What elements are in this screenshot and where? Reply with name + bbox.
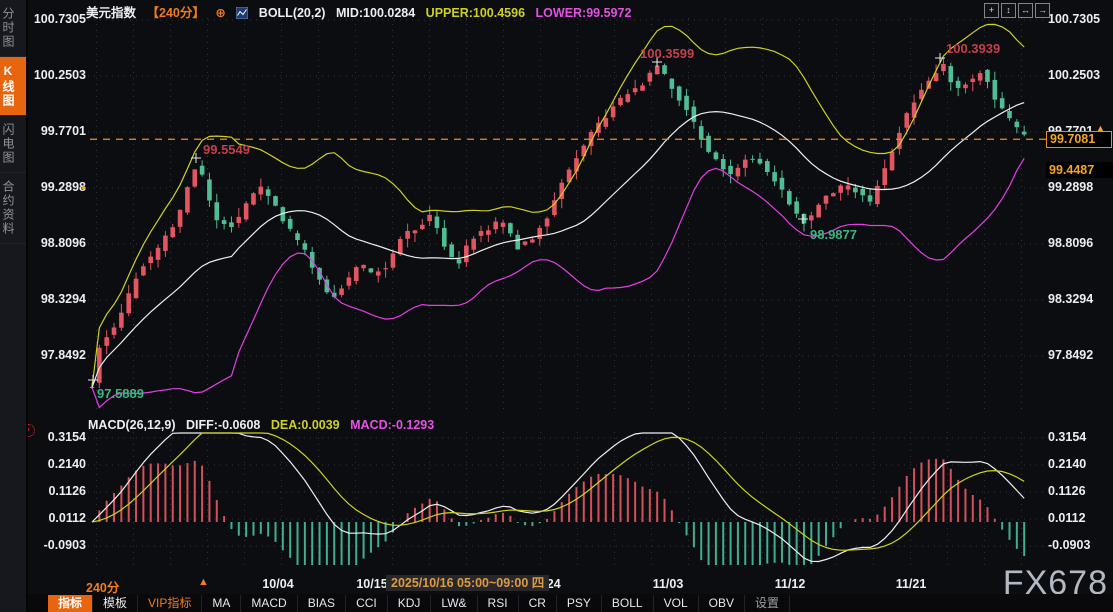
crosshair-icon[interactable]: +: [984, 3, 999, 18]
sidebar: 分时图K线图闪电图合约资料: [0, 0, 28, 612]
left-macd-axis-label: 0.0112: [24, 511, 86, 525]
vertical-scale-icon[interactable]: ↕: [1001, 3, 1016, 18]
macd-header: MACD(26,12,9) DIFF:-0.0608 DEA:0.0039 MA…: [88, 418, 441, 432]
x-axis-date-label: 11/03: [653, 577, 684, 591]
price-up-arrow-icon: ▲: [1096, 124, 1105, 133]
left-macd-axis-label: -0.0903: [24, 538, 86, 552]
toolbar-item-7[interactable]: KDJ: [388, 595, 432, 612]
sidebar-tab-0[interactable]: 分时图: [0, 0, 26, 57]
app-window: 分时图K线图闪电图合约资料 美元指数 【240分】 ⊕ BOLL(20,2) M…: [0, 0, 1113, 612]
toolbar-item-2[interactable]: VIP指标: [138, 595, 202, 612]
left-price-axis-label: 98.3294: [24, 292, 86, 306]
left-price-axis-label: 100.2503: [24, 68, 86, 82]
secondary-price-label: 99.4487: [1046, 162, 1113, 178]
macd-dea-value: DEA:0.0039: [271, 418, 340, 432]
left-macd-axis-label: 0.1126: [24, 484, 86, 498]
symbol-title: 美元指数: [86, 6, 136, 20]
left-price-axis-label: 99.2898: [24, 180, 86, 194]
main-chart-svg[interactable]: [0, 0, 1113, 612]
boll-upper-value: UPPER:100.4596: [426, 6, 525, 20]
toolbar-item-4[interactable]: MACD: [241, 595, 297, 612]
toolbar-item-9[interactable]: RSI: [478, 595, 519, 612]
boll-lower-value: LOWER:99.5972: [536, 6, 632, 20]
boll-mid-value: MID:100.0284: [336, 6, 415, 20]
sidebar-tab-3[interactable]: 合约资料: [0, 173, 26, 244]
sidebar-tab-1[interactable]: K线图: [0, 57, 26, 116]
right-price-axis-label: 100.2503: [1048, 68, 1112, 82]
price-extreme-annotation: 97.5889: [97, 386, 144, 401]
toolbar-item-5[interactable]: BIAS: [298, 595, 346, 612]
right-price-axis-label: 98.3294: [1048, 292, 1112, 306]
macd-macd-value: MACD:-0.1293: [350, 418, 434, 432]
chart-header: 美元指数 【240分】 ⊕ BOLL(20,2) MID:100.0284 UP…: [86, 2, 638, 17]
toolbar-item-13[interactable]: VOL: [654, 595, 699, 612]
left-price-axis-label: 98.8096: [24, 236, 86, 250]
price-extreme-annotation: 99.5549: [203, 142, 250, 157]
toolbar-item-10[interactable]: CR: [519, 595, 557, 612]
price-extreme-annotation: 100.3939: [946, 41, 1000, 56]
right-macd-axis-label: -0.0903: [1048, 538, 1112, 552]
right-price-axis-label: 97.8492: [1048, 348, 1112, 362]
left-price-axis-label: 100.7305: [24, 12, 86, 26]
right-macd-axis-label: 0.0112: [1048, 511, 1112, 525]
crosshair-date-tooltip: 2025/10/16 05:00~09:00 四: [386, 575, 549, 591]
toolbar-item-15[interactable]: 设置: [745, 595, 790, 612]
toolbar-item-3[interactable]: MA: [202, 595, 241, 612]
right-macd-axis-label: 0.1126: [1048, 484, 1112, 498]
interval-expand-icon[interactable]: ▲: [198, 576, 209, 588]
pan-right-icon[interactable]: →: [1035, 3, 1050, 18]
left-price-axis-label: 97.8492: [24, 348, 86, 362]
toolbar-item-0[interactable]: 指标: [48, 595, 93, 612]
toolbar-item-14[interactable]: OBV: [699, 595, 745, 612]
price-extreme-annotation: 100.3599: [640, 46, 694, 61]
x-axis-date-label: 10/04: [262, 577, 293, 591]
chart-type-icon[interactable]: [236, 7, 248, 22]
toolbar-item-6[interactable]: CCI: [346, 595, 388, 612]
left-price-axis-label: 99.7701: [24, 124, 86, 138]
macd-label: MACD(26,12,9): [88, 418, 176, 432]
indicator-toolbar: 指标模板VIP指标MAMACDBIASCCIKDJLW&RSICRPSYBOLL…: [28, 594, 1113, 612]
sidebar-tab-2[interactable]: 闪电图: [0, 116, 26, 173]
right-price-axis-label: 99.2898: [1048, 180, 1112, 194]
horizontal-scale-icon[interactable]: ↔: [1018, 3, 1033, 18]
interval-badge[interactable]: 【240分】: [147, 6, 205, 20]
right-macd-axis-label: 0.2140: [1048, 457, 1112, 471]
right-price-axis-label: 100.7305: [1048, 12, 1112, 26]
toolbar-item-11[interactable]: PSY: [557, 595, 602, 612]
right-price-axis-label: 98.8096: [1048, 236, 1112, 250]
toolbar-item-12[interactable]: BOLL: [602, 595, 654, 612]
x-axis-date-label: 10/15: [356, 577, 387, 591]
x-axis-date-label: 11/21: [896, 577, 927, 591]
right-macd-axis-label: 0.3154: [1048, 430, 1112, 444]
current-price-box: 99.7081: [1046, 131, 1112, 148]
left-axis-marker-icon: ▲: [80, 183, 87, 192]
toolbar-item-8[interactable]: LW&: [431, 595, 477, 612]
x-axis-date-label: 11/12: [775, 577, 806, 591]
price-extreme-annotation: 98.9877: [810, 227, 857, 242]
add-indicator-icon[interactable]: ⊕: [215, 6, 225, 20]
macd-diff-value: DIFF:-0.0608: [186, 418, 260, 432]
left-macd-axis-label: 0.2140: [24, 457, 86, 471]
boll-label: BOLL(20,2): [259, 6, 326, 20]
toolbar-item-1[interactable]: 模板: [93, 595, 138, 612]
